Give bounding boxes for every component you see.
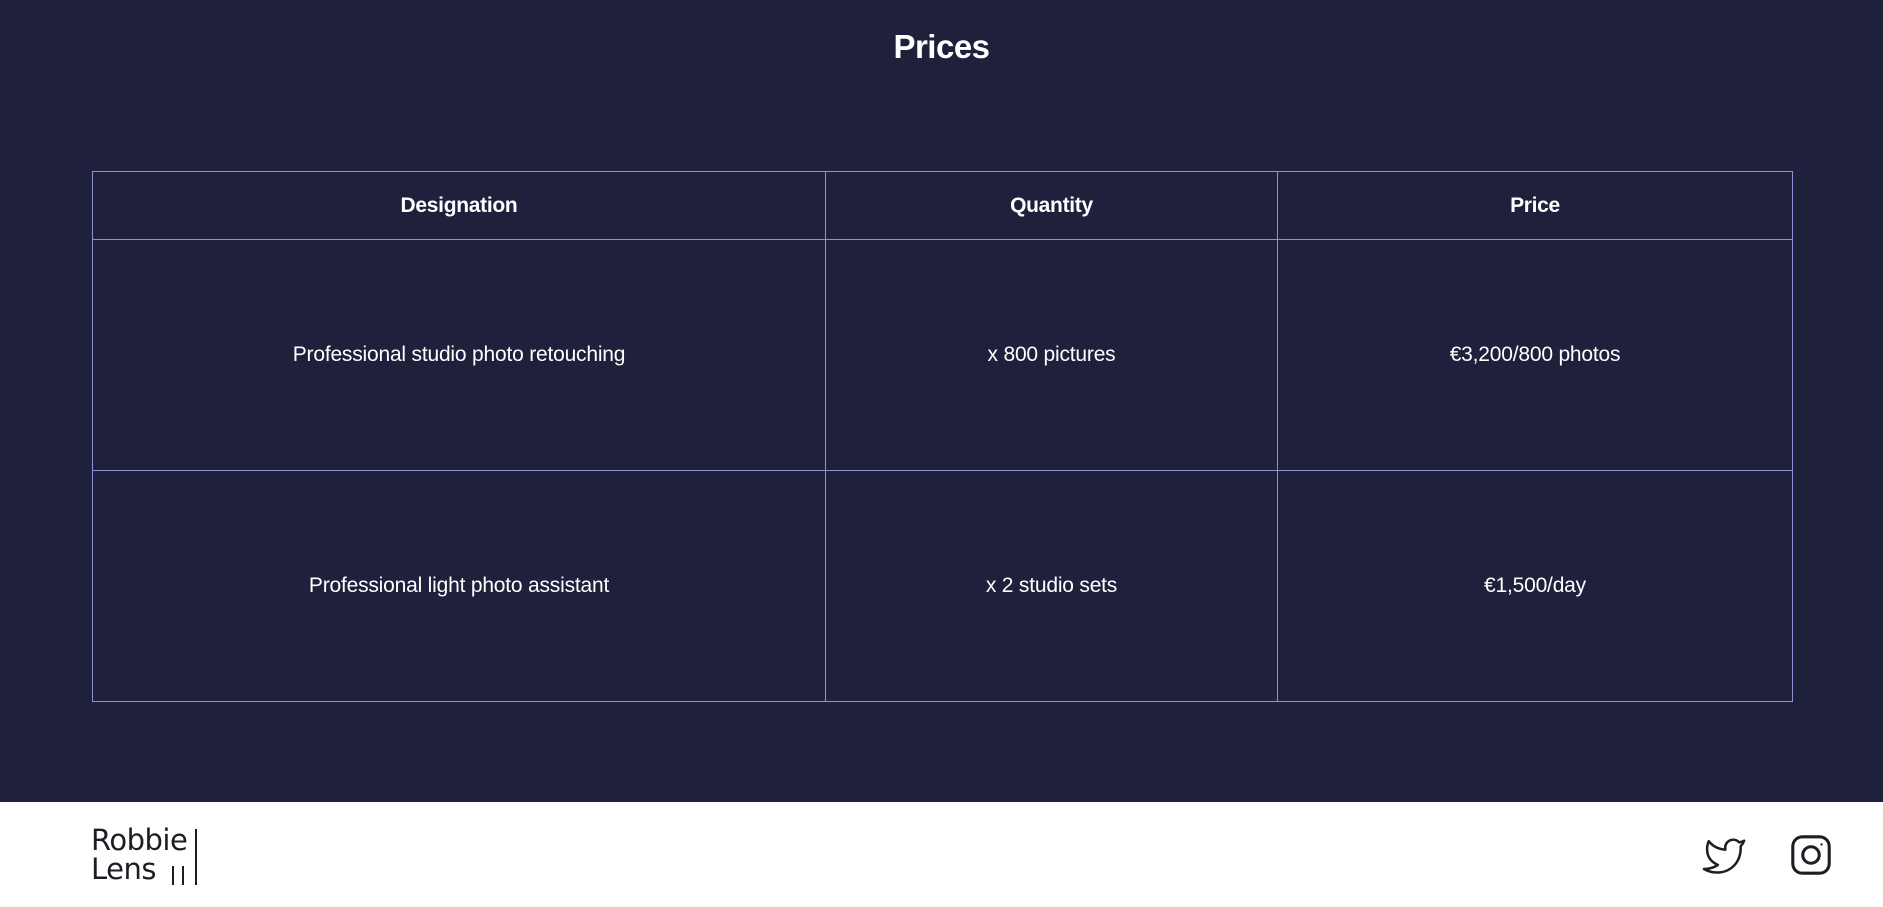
logo-line-1: Robbie — [91, 823, 188, 857]
cell-designation: Professional studio photo retouching — [92, 239, 826, 471]
cell-price: €1,500/day — [1277, 470, 1793, 702]
table-row: Professional light photo assistant x 2 s… — [92, 470, 1793, 702]
table-header-row: Designation Quantity Price — [92, 171, 1793, 240]
logo-bar-short — [172, 866, 174, 885]
table-row: Professional studio photo retouching x 8… — [92, 239, 1793, 471]
prices-section: Prices Designation Quantity Price Profes… — [0, 0, 1883, 802]
logo-bar-tall — [195, 829, 197, 885]
logo-bar-short — [182, 866, 184, 885]
cell-quantity: x 800 pictures — [825, 239, 1278, 471]
cell-quantity: x 2 studio sets — [825, 470, 1278, 702]
logo-line-2: Lens — [91, 852, 156, 886]
logo[interactable]: Robbie Lens — [91, 826, 211, 886]
header-price: Price — [1277, 171, 1793, 240]
header-quantity: Quantity — [825, 171, 1278, 240]
instagram-icon[interactable] — [1788, 832, 1834, 878]
footer: Robbie Lens — [0, 802, 1883, 907]
cell-price: €3,200/800 photos — [1277, 239, 1793, 471]
twitter-icon[interactable] — [1702, 832, 1748, 878]
cell-designation: Professional light photo assistant — [92, 470, 826, 702]
prices-table: Designation Quantity Price Professional … — [92, 171, 1793, 702]
header-designation: Designation — [92, 171, 826, 240]
page-title: Prices — [893, 28, 990, 65]
